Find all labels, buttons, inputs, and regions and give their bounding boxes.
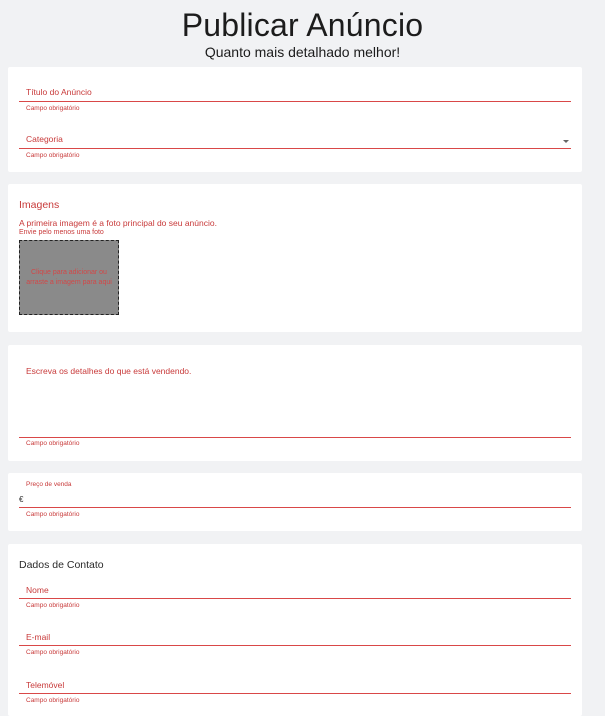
phone-field-underline	[19, 693, 571, 694]
email-field[interactable]: E-mail	[19, 627, 571, 647]
images-helper: Envie pelo menos uma foto	[19, 229, 104, 236]
page-header: Publicar Anúncio Quanto mais detalhado m…	[0, 0, 605, 60]
images-note: A primeira imagem é a foto principal do …	[19, 218, 217, 228]
name-field-label: Nome	[26, 585, 49, 595]
description-placeholder: Escreva os detalhes do que está vendendo…	[26, 366, 192, 376]
email-helper: Campo obrigatório	[26, 649, 80, 656]
name-helper: Campo obrigatório	[26, 602, 80, 609]
email-field-underline	[19, 645, 571, 646]
price-helper: Campo obrigatório	[26, 511, 80, 518]
description-helper: Campo obrigatório	[26, 440, 80, 447]
price-input[interactable]: €	[19, 491, 571, 509]
title-field-underline	[19, 101, 571, 102]
phone-field[interactable]: Telemóvel	[19, 675, 571, 695]
category-select-underline	[19, 148, 571, 149]
image-dropzone[interactable]: Clique para adicionar ou arraste a image…	[19, 240, 119, 315]
price-input-underline	[19, 507, 571, 508]
title-field[interactable]: Título do Anúncio	[19, 81, 571, 103]
basic-info-card: Título do Anúncio Campo obrigatório Cate…	[8, 67, 582, 172]
name-field[interactable]: Nome	[19, 580, 571, 600]
images-card: Imagens A primeira imagem é a foto princ…	[8, 184, 582, 332]
price-label: Preço de venda	[26, 481, 72, 488]
description-underline	[19, 437, 571, 438]
email-field-label: E-mail	[26, 632, 51, 642]
description-card: Escreva os detalhes do que está vendendo…	[8, 345, 582, 461]
chevron-down-icon[interactable]	[563, 140, 569, 143]
description-textarea[interactable]: Escreva os detalhes do que está vendendo…	[19, 363, 571, 438]
page-subtitle: Quanto mais detalhado melhor!	[204, 44, 401, 60]
price-card: Preço de venda € Campo obrigatório	[8, 473, 582, 531]
page-title: Publicar Anúncio	[181, 7, 424, 43]
title-helper: Campo obrigatório	[26, 105, 80, 112]
image-dropzone-text: Clique para adicionar ou arraste a image…	[26, 268, 112, 286]
name-field-underline	[19, 598, 571, 599]
euro-icon: €	[19, 495, 24, 504]
category-helper: Campo obrigatório	[26, 152, 80, 159]
contact-card: Dados de Contato Nome Campo obrigatório …	[8, 544, 582, 716]
title-field-label: Título do Anúncio	[26, 87, 92, 97]
contact-heading: Dados de Contato	[19, 559, 104, 571]
phone-helper: Campo obrigatório	[26, 697, 80, 704]
phone-field-label: Telemóvel	[26, 680, 65, 690]
category-select-label: Categoria	[26, 134, 63, 144]
images-heading: Imagens	[19, 199, 60, 211]
category-select[interactable]: Categoria	[19, 129, 571, 151]
